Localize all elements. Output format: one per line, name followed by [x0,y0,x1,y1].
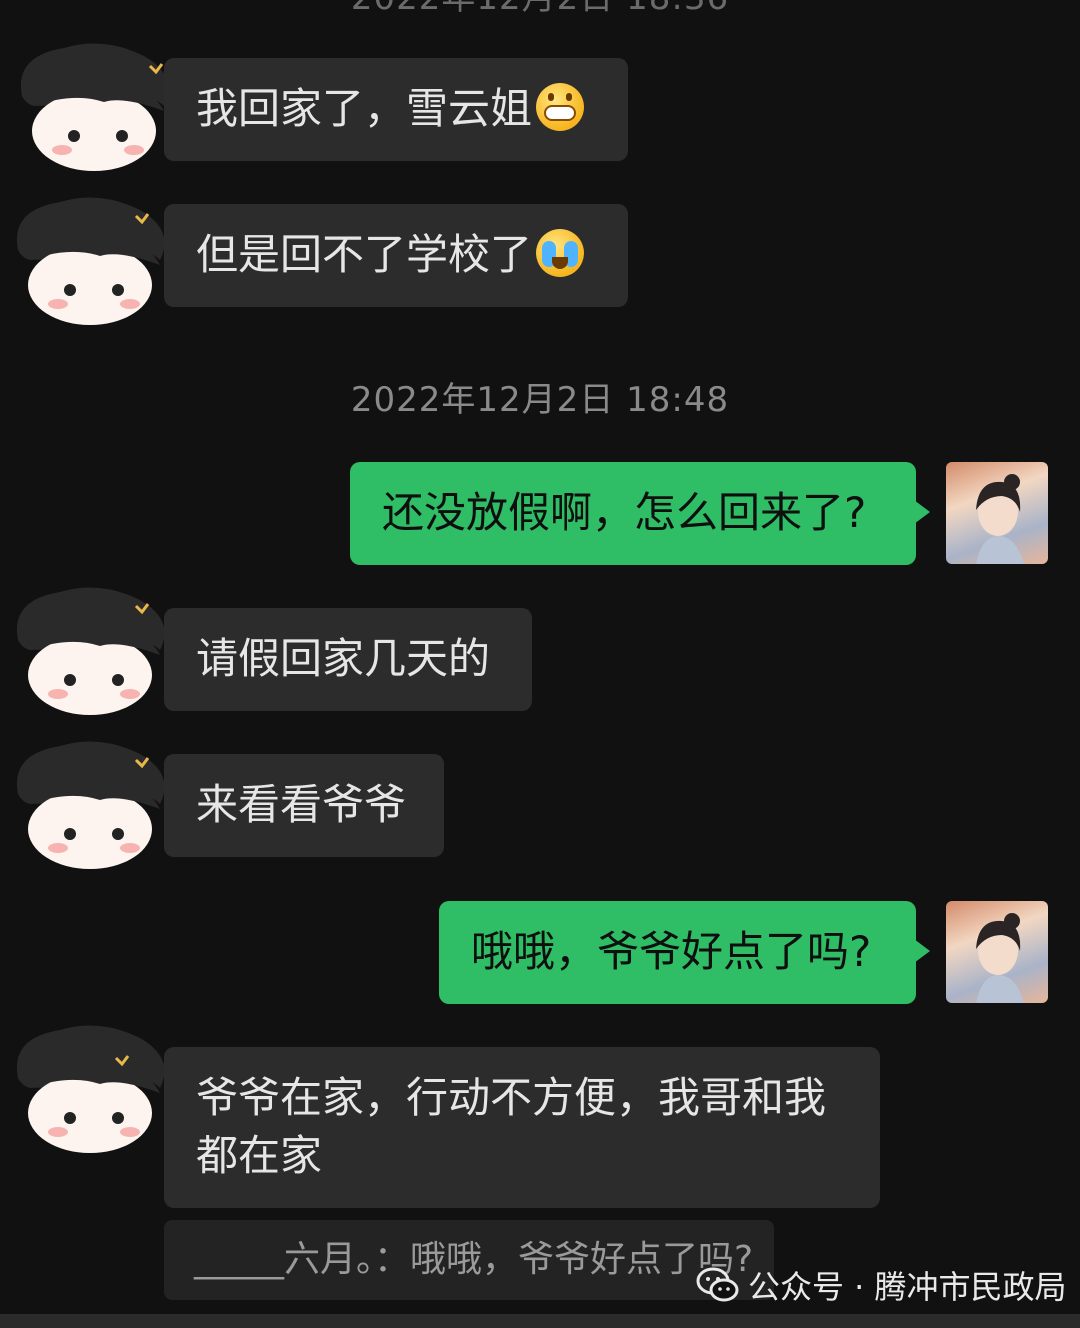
my-avatar[interactable] [946,462,1048,564]
incoming-message[interactable]: 请假回家几天的 [164,608,532,711]
watermark-text: 公众号 · 腾冲市民政局 [748,1268,1067,1306]
top-timestamp: 2022年12月2日 18:36 [0,0,1080,19]
contact-avatar[interactable] [0,734,170,874]
quoted-reply[interactable]: _____六月。：哦哦，爷爷好点了吗? [164,1220,774,1300]
quoted-text: _____六月。：哦哦，爷爷好点了吗? [194,1239,754,1280]
message-text: 哦哦，爷爷好点了吗? [471,927,872,976]
contact-avatar[interactable] [0,190,170,330]
grinning-face-icon [536,83,585,131]
message-text-line: 都在家 [196,1131,323,1180]
message-text: 但是回不了学校了 [196,230,533,279]
crying-face-icon [536,229,585,277]
watermark: 公众号 · 腾冲市民政局 [696,1262,1067,1308]
bottom-edge [0,1314,1080,1328]
contact-avatar[interactable] [0,1018,170,1158]
incoming-message[interactable]: 我回家了，雪云姐 [164,58,628,161]
message-text: 还没放假啊，怎么回来了? [382,488,867,537]
outgoing-message[interactable]: 哦哦，爷爷好点了吗? [439,901,930,1004]
message-text: 来看看爷爷 [196,780,407,829]
contact-avatar[interactable] [0,580,170,720]
incoming-message[interactable]: 爷爷在家，行动不方便，我哥和我 都在家 [164,1047,880,1208]
my-avatar[interactable] [946,901,1048,1003]
message-text: 请假回家几天的 [196,634,491,683]
message-text-line: 爷爷在家，行动不方便，我哥和我 [196,1073,827,1122]
message-text: 我回家了，雪云姐 [196,84,533,133]
contact-avatar[interactable] [4,36,174,176]
incoming-message[interactable]: 但是回不了学校了 [164,204,628,307]
wechat-icon [696,1267,739,1302]
chat-timestamp: 2022年12月2日 18:48 [350,380,730,420]
outgoing-message[interactable]: 还没放假啊，怎么回来了? [350,462,930,565]
incoming-message[interactable]: 来看看爷爷 [164,754,444,857]
